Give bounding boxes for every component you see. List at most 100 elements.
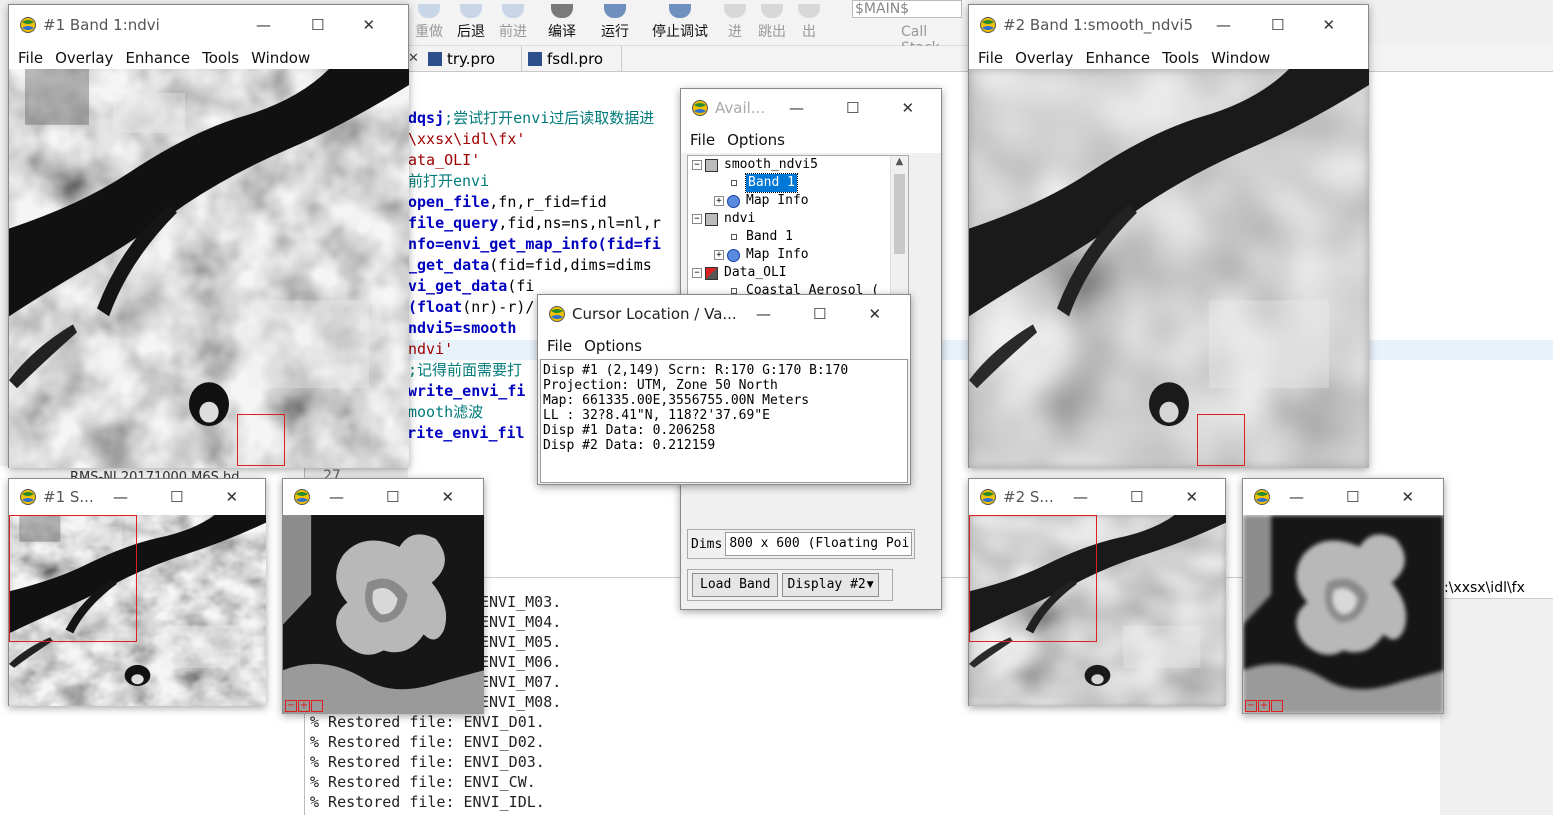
envi-logo-icon	[548, 305, 566, 323]
scroll2-image[interactable]	[969, 515, 1226, 706]
close-icon[interactable]: ✕	[362, 16, 375, 34]
close-icon[interactable]: ✕	[1322, 16, 1335, 34]
image-box[interactable]	[969, 515, 1097, 642]
tree-item[interactable]: + Map Info	[692, 246, 879, 264]
tree-scrollbar[interactable]: ▲	[890, 156, 908, 296]
menu-window[interactable]: Window	[251, 49, 310, 67]
expand-plus-icon[interactable]: +	[714, 250, 724, 260]
path-field[interactable]: :\xxsx\idl\fx	[1440, 577, 1553, 599]
image-file-icon	[705, 158, 718, 172]
close-icon[interactable]: ✕	[441, 488, 454, 506]
display1-title: #1 Band 1:ndvi	[43, 16, 160, 34]
zoom-box-icon[interactable]	[311, 700, 323, 712]
scroll1-image[interactable]	[9, 515, 266, 706]
code-token-rest: (fi	[507, 277, 535, 295]
zoom-box-icon[interactable]	[1271, 700, 1283, 712]
menu-tools[interactable]: Tools	[1162, 49, 1199, 67]
collapse-minus-icon[interactable]: −	[692, 160, 702, 170]
maximize-icon[interactable]: ☐	[813, 305, 826, 323]
menu-window[interactable]: Window	[1211, 49, 1270, 67]
zoom-out-icon[interactable]: −	[285, 700, 297, 712]
load-band-button[interactable]: Load Band	[692, 573, 779, 597]
tree-item[interactable]: − ndvi	[692, 210, 879, 228]
maximize-icon[interactable]: ☐	[1271, 16, 1284, 34]
menu-options[interactable]: Options	[584, 337, 642, 355]
code-token-keyword: (float	[408, 298, 463, 316]
scroll-up-icon[interactable]: ▲	[891, 156, 908, 172]
display2-image[interactable]	[969, 69, 1369, 468]
zoom2-image[interactable]: − +	[1243, 515, 1444, 714]
menu-file[interactable]: File	[547, 337, 572, 355]
maximize-icon[interactable]: ☐	[311, 16, 324, 34]
toolbar-button-7[interactable]: 跳出	[750, 0, 794, 46]
scrollbar-thumb[interactable]	[894, 174, 905, 254]
cursor-readout-line: Projection: UTM, Zone 50 North	[543, 378, 778, 393]
minimize-icon[interactable]: —	[756, 305, 771, 323]
close-icon[interactable]: ✕	[225, 488, 238, 506]
zoom-in-icon[interactable]: +	[298, 700, 310, 712]
toolbar-icon	[460, 4, 482, 18]
menu-file[interactable]: File	[690, 131, 715, 149]
zoom-out-icon[interactable]: −	[1245, 700, 1257, 712]
display-select[interactable]: Display #2 ▼	[782, 573, 879, 597]
toolbar-button-8[interactable]: 出	[794, 0, 824, 46]
close-icon[interactable]: ✕	[1401, 488, 1414, 506]
maximize-icon[interactable]: ☐	[1346, 488, 1359, 506]
zoom-box[interactable]	[237, 414, 285, 466]
toolbar-icon	[724, 4, 746, 18]
menu-tools[interactable]: Tools	[202, 49, 239, 67]
maximize-icon[interactable]: ☐	[170, 488, 183, 506]
tab-fsdl-pro[interactable]: fsdl.pro	[522, 46, 622, 72]
tree-line-icon[interactable]	[714, 232, 724, 242]
minimize-icon[interactable]: —	[113, 488, 128, 506]
tree-line-icon[interactable]	[714, 178, 724, 188]
menu-enhance[interactable]: Enhance	[125, 49, 190, 67]
minimize-icon[interactable]: —	[1073, 488, 1088, 506]
collapse-minus-icon[interactable]: −	[692, 268, 702, 278]
code-token-rest: (nr)-r)/	[462, 298, 535, 316]
toolbar-label: 后退	[457, 24, 485, 40]
maximize-icon[interactable]: ☐	[846, 99, 859, 117]
close-icon[interactable]: ✕	[868, 305, 881, 323]
maximize-icon[interactable]: ☐	[1130, 488, 1143, 506]
tree-item[interactable]: + Map Info	[692, 192, 879, 210]
zoom-box[interactable]	[1197, 414, 1245, 466]
toolbar-button-1[interactable]: 后退	[450, 0, 492, 46]
menu-file[interactable]: File	[18, 49, 43, 67]
minimize-icon[interactable]: —	[329, 488, 344, 506]
image-box[interactable]	[9, 515, 137, 642]
close-icon[interactable]: ✕	[1185, 488, 1198, 506]
minimize-icon[interactable]: —	[789, 99, 804, 117]
toolbar-button-6[interactable]: 进	[720, 0, 750, 46]
toolbar-button-2[interactable]: 前进	[492, 0, 534, 46]
tree-item[interactable]: Band 1	[692, 228, 879, 246]
menu-overlay[interactable]: Overlay	[55, 49, 113, 67]
toolbar-button-3[interactable]: 编译	[534, 0, 590, 46]
tree-item[interactable]: Band 1	[692, 173, 879, 193]
toolbar-button-0[interactable]: 重做	[408, 0, 450, 46]
minimize-icon[interactable]: —	[1289, 488, 1304, 506]
zoom1-image[interactable]: − +	[283, 515, 484, 714]
maximize-icon[interactable]: ☐	[386, 488, 399, 506]
main-var-field[interactable]: $MAIN$	[852, 0, 962, 18]
envi-logo-icon	[1253, 488, 1271, 506]
toolbar-button-4[interactable]: 运行	[590, 0, 640, 46]
tab-close-icon[interactable]: ✕	[408, 46, 422, 71]
menu-overlay[interactable]: Overlay	[1015, 49, 1073, 67]
minimize-icon[interactable]: —	[256, 16, 271, 34]
band-tree[interactable]: − smooth_ndvi5 Band 1 + Map Info − ndvi Band 1 +…	[687, 155, 909, 297]
menu-enhance[interactable]: Enhance	[1085, 49, 1150, 67]
expand-plus-icon[interactable]: +	[714, 196, 724, 206]
minimize-icon[interactable]: —	[1216, 16, 1231, 34]
close-icon[interactable]: ✕	[901, 99, 914, 117]
collapse-minus-icon[interactable]: −	[692, 214, 702, 224]
tab-try-pro[interactable]: try.pro	[422, 46, 522, 72]
toolbar-button-5[interactable]: 停止调试	[640, 0, 720, 46]
tree-item[interactable]: − smooth_ndvi5	[692, 156, 879, 174]
menu-file[interactable]: File	[978, 49, 1003, 67]
scroll2-window: #2 S... — ☐ ✕	[968, 478, 1226, 706]
menu-options[interactable]: Options	[727, 131, 785, 149]
tree-item[interactable]: − Data_OLI	[692, 264, 879, 282]
display1-image[interactable]	[9, 69, 409, 468]
zoom-in-icon[interactable]: +	[1258, 700, 1270, 712]
